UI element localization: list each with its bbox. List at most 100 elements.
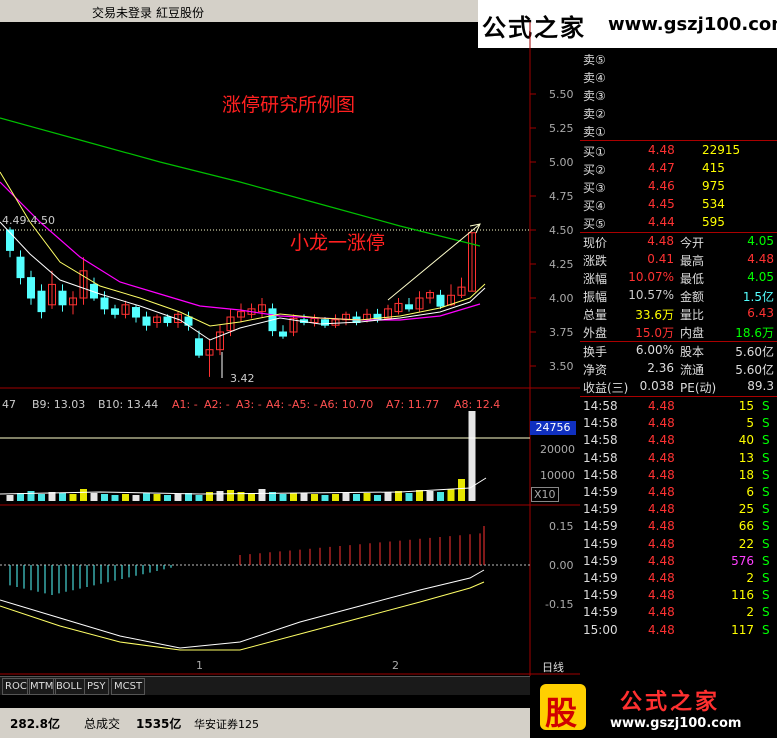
login-status: 交易未登录 [92, 6, 153, 20]
ma-white-line [0, 221, 486, 341]
total-volume-value: 1535亿 [136, 717, 182, 731]
macd-axis-0.00: 0.00 [549, 559, 574, 572]
tick-time: 14:59 [583, 502, 618, 517]
volume-bar [38, 494, 45, 501]
candle-body [163, 316, 172, 323]
tick-volume: 66 [738, 519, 754, 534]
period-label[interactable]: 日线 [542, 659, 564, 675]
volume-bar [17, 493, 24, 501]
candle-body [27, 277, 35, 299]
candle-body [58, 290, 67, 306]
limit-up-annotation: 小龙一涨停 [290, 232, 386, 254]
stat-label: 振幅 [583, 290, 608, 304]
bid-row: 买④ 4.45 534 [580, 196, 777, 214]
tick-row: 14:59 4.48 116 S [580, 587, 777, 604]
bid-price: 4.45 [648, 197, 675, 211]
tab-boll[interactable]: BOLL [53, 678, 85, 695]
tab-mtm[interactable]: MTM [27, 678, 57, 695]
stat-label: 内盘 [680, 326, 705, 340]
tick-time: 14:59 [583, 588, 618, 603]
volume-bar [174, 494, 182, 501]
bid-label: 买③ [583, 181, 606, 195]
fund-value: 89.3 [747, 379, 774, 393]
tick-volume: 25 [738, 502, 754, 517]
tick-price: 4.48 [648, 588, 675, 603]
tick-volume: 40 [738, 433, 754, 448]
tick-price: 4.48 [648, 571, 675, 585]
stat-value: 1.5亿 [742, 290, 774, 304]
fund-value: 2.36 [647, 361, 674, 375]
stat-label: 金额 [680, 290, 705, 304]
tick-side: S [762, 553, 770, 568]
quote-stat-row: 现价 4.48 今开 4.05 [580, 233, 777, 251]
volume-header-item: B9: 13.03 [32, 398, 86, 411]
tick-row: 14:58 4.48 5 S [580, 415, 777, 432]
price-axis-label: 4.25 [549, 258, 574, 271]
volume-header-item: A3: - [236, 398, 262, 411]
volume-bar [342, 493, 350, 501]
price-axis-label: 3.50 [549, 360, 574, 373]
title-bar: 交易未登录 紅豆股份 [0, 0, 478, 22]
tick-side: S [762, 605, 770, 620]
stock-logo-icon: 股 [540, 684, 586, 732]
bid-label: 买② [583, 163, 606, 177]
stat-label: 现价 [583, 236, 608, 250]
tick-time: 14:59 [583, 571, 618, 585]
stat-value: 10.07% [628, 270, 674, 284]
stat-value: 6.43 [747, 306, 774, 320]
price-axis-label: 4.00 [549, 292, 574, 305]
watermark-bottom-brand: 公式之家 [620, 690, 721, 715]
quote-panel: 卖⑤ 卖④ 卖③ 卖② 卖① 买① 4.48 22915 买② 4.47 415 买③ 4.46 975 买… [580, 48, 777, 676]
tick-side: S [762, 416, 770, 431]
volume-bar [195, 495, 203, 501]
tick-price: 4.48 [648, 416, 675, 431]
macd-axis-0.15: 0.15 [549, 520, 574, 533]
volume-bar [353, 494, 360, 501]
tick-side: S [762, 485, 770, 499]
tick-row: 15:00 4.48 117 S [580, 622, 777, 639]
date-marker-1: 1 [196, 659, 203, 672]
candle-body [111, 308, 119, 315]
ask-row: 卖① [580, 122, 777, 140]
tab-psy[interactable]: PSY [84, 678, 109, 695]
stat-label: 总量 [583, 308, 608, 322]
tick-price: 4.48 [648, 467, 675, 482]
volume-bar [437, 492, 444, 501]
volume-header-item: A8: 12.4 [454, 398, 501, 411]
volume-bar [332, 494, 339, 501]
kline-chart[interactable] [0, 22, 580, 676]
tab-roc[interactable]: ROC [2, 678, 30, 695]
stat-label: 外盘 [583, 326, 608, 340]
watermark-bottom-url: www.gszj100.com [610, 716, 742, 731]
stat-value: 18.6万 [735, 326, 774, 340]
tick-time: 15:00 [583, 622, 618, 637]
ask-label: 卖② [583, 107, 606, 121]
stat-value: 4.05 [747, 234, 774, 248]
tick-time: 14:59 [583, 536, 618, 551]
volume-bar [80, 489, 87, 501]
tick-volume: 18 [738, 467, 754, 482]
tab-mcst[interactable]: MCST [111, 678, 146, 695]
volume-bar [143, 493, 150, 501]
stat-label: 最高 [680, 254, 705, 268]
tick-time: 14:59 [583, 485, 618, 499]
volume-value-box: 24756 [530, 421, 576, 435]
tick-price: 4.48 [648, 485, 675, 499]
high-price-label: 4.49-4.50 [2, 214, 55, 227]
price-axis-label: 5.00 [549, 156, 574, 169]
bid-price: 4.46 [648, 179, 675, 193]
tick-side: S [762, 519, 770, 534]
watermark-url: www.gszj100.com [608, 14, 777, 35]
ask-row: 卖② [580, 104, 777, 122]
stat-label: 涨幅 [583, 272, 608, 286]
volume-bar [164, 495, 171, 501]
stat-value: 0.41 [647, 252, 674, 266]
stat-value: 33.6万 [635, 308, 674, 322]
tick-row: 14:58 4.48 15 S [580, 398, 777, 415]
tick-side: S [762, 622, 770, 637]
stat-value: 4.48 [647, 234, 674, 248]
ma-green-line [0, 117, 481, 247]
chart-annotation-title: 涨停研究所例图 [222, 94, 356, 116]
quote-stat-row: 振幅 10.57% 金额 1.5亿 [580, 287, 777, 305]
ask-row: 卖③ [580, 86, 777, 104]
